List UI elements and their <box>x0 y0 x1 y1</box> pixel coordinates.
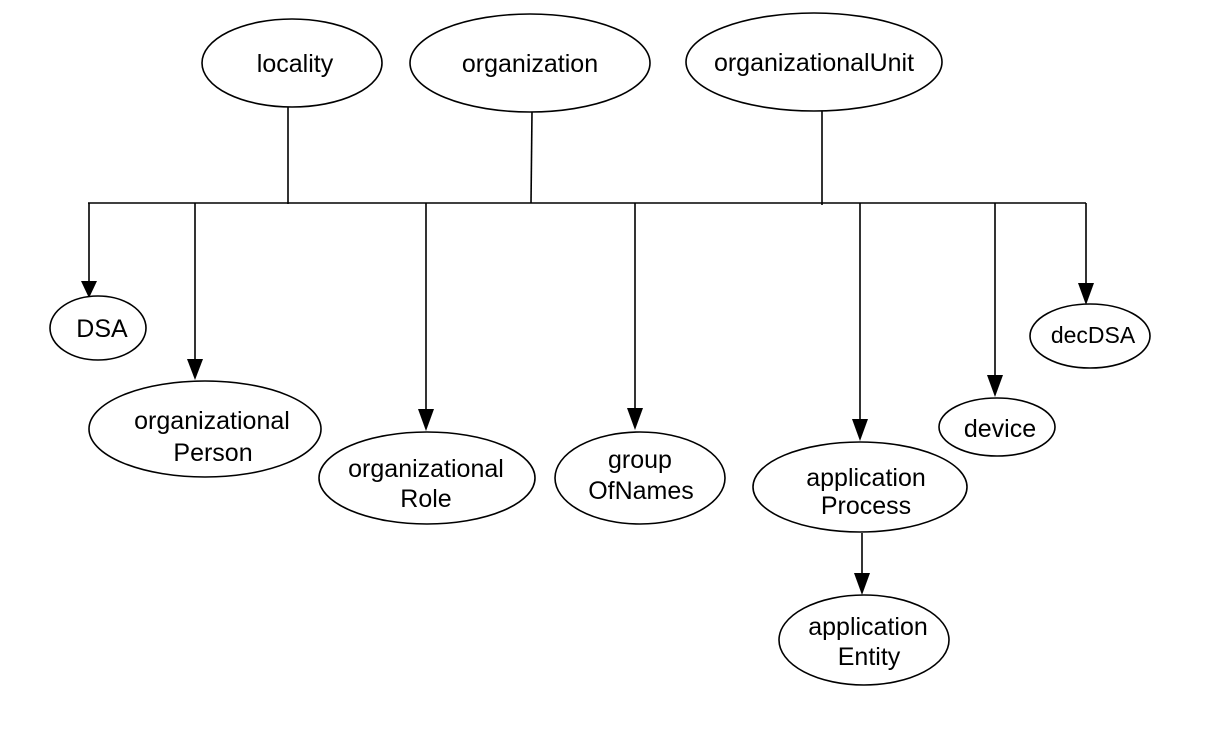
node-label-line1: organizational <box>134 407 290 435</box>
node-label-line1: application <box>806 464 926 492</box>
node-groupOfNames[interactable]: group OfNames <box>554 431 726 525</box>
node-applicationProcess[interactable]: application Process <box>752 441 968 533</box>
node-label: organization <box>462 50 598 78</box>
node-label: locality <box>257 50 334 78</box>
node-label-line2: OfNames <box>588 477 694 505</box>
node-label-line2: Role <box>400 485 451 513</box>
arrowhead-groupOfNames <box>627 408 643 430</box>
connectors <box>81 106 1094 595</box>
node-device[interactable]: device <box>938 397 1056 457</box>
node-label-line2: Person <box>173 439 252 467</box>
node-label: device <box>964 415 1036 443</box>
arrowhead-decDSA <box>1078 283 1094 305</box>
node-organizationalPerson[interactable]: organizational Person <box>88 380 322 478</box>
arrowhead-organizationalRole <box>418 409 434 431</box>
connector-organization <box>530 111 533 204</box>
object-class-diagram: locality organization organizationalUnit… <box>49 12 1151 686</box>
node-locality[interactable]: locality <box>201 18 383 108</box>
node-organization[interactable]: organization <box>409 13 651 113</box>
node-label-line1: organizational <box>348 455 504 483</box>
node-label: DSA <box>76 315 128 343</box>
node-label: decDSA <box>1051 322 1136 348</box>
arrowhead-applicationProcess <box>852 419 868 441</box>
arrowhead-device <box>987 375 1003 397</box>
node-label-line1: application <box>808 613 928 641</box>
node-DSA[interactable]: DSA <box>49 295 147 361</box>
node-decDSA[interactable]: decDSA <box>1029 303 1151 369</box>
node-applicationEntity[interactable]: application Entity <box>778 594 950 686</box>
node-label-line2: Process <box>821 492 911 520</box>
arrowhead-applicationEntity <box>854 573 870 595</box>
node-label-line1: group <box>608 446 672 474</box>
arrowhead-organizationalPerson <box>187 359 203 380</box>
node-organizationalUnit[interactable]: organizationalUnit <box>685 12 943 112</box>
node-label-line2: Entity <box>838 643 901 671</box>
node-organizationalRole[interactable]: organizational Role <box>318 431 536 525</box>
node-label: organizationalUnit <box>714 49 914 77</box>
